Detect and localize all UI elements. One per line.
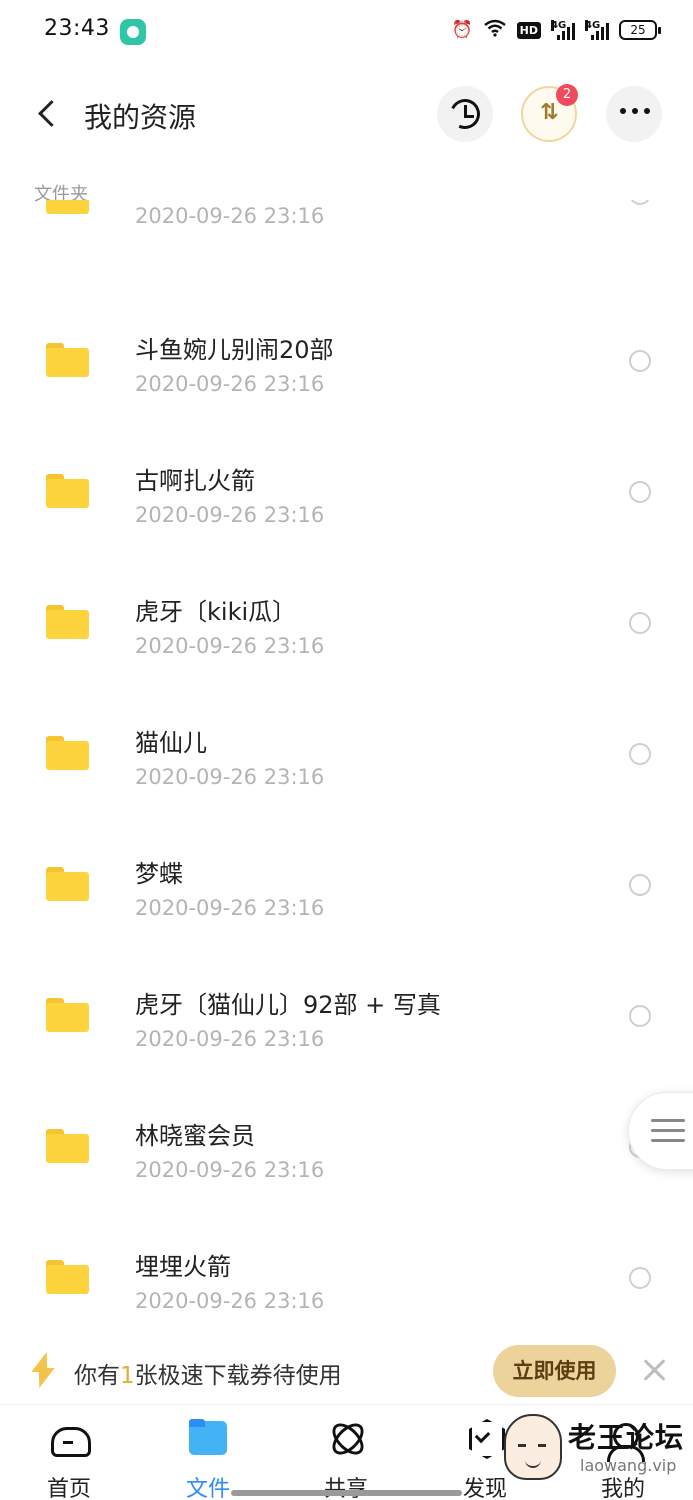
status-indicators: ⏰ HD 4G 4G 25 — [451, 16, 661, 44]
transfer-arrows-icon: ⇅ — [540, 100, 559, 125]
file-name: 古啊扎火箭 — [135, 467, 255, 495]
watermark-title: 老王论坛 — [568, 1421, 685, 1454]
file-name: 林晓蜜会员 — [135, 1122, 255, 1150]
watermark-logo: 老王论坛 laowang.vip — [500, 1412, 690, 1488]
transfer-count-badge: 2 — [556, 84, 578, 106]
watermark-url: laowang.vip — [580, 1456, 677, 1475]
more-options-button[interactable] — [606, 86, 662, 142]
file-list[interactable]: 2020-09-26 23:16 斗鱼婉儿别闹20部 2020-09-26 23… — [0, 200, 693, 1340]
file-date: 2020-09-26 23:16 — [135, 634, 325, 658]
status-bar: 23:43 ⏰ HD 4G 4G 25 — [0, 0, 693, 62]
file-name: 猫仙儿 — [135, 729, 207, 757]
file-date: 2020-09-26 23:16 — [135, 896, 325, 920]
signal-icon-2: 4G — [585, 20, 609, 40]
history-clock-icon[interactable] — [437, 86, 493, 142]
alarm-icon: ⏰ — [451, 20, 473, 40]
select-radio[interactable] — [629, 350, 651, 372]
select-radio[interactable] — [629, 874, 651, 896]
share-orbit-icon — [324, 1417, 368, 1457]
promo-banner: 你有1张极速下载券待使用 立即使用 — [0, 1340, 693, 1402]
file-date: 2020-09-26 23:16 — [135, 765, 325, 789]
file-row[interactable]: 2020-09-26 23:16 — [0, 200, 693, 295]
folder-icon — [46, 1260, 89, 1294]
file-row[interactable]: 虎牙〔kiki瓜〕 2020-09-26 23:16 — [0, 557, 693, 688]
file-row[interactable]: 斗鱼婉儿别闹20部 2020-09-26 23:16 — [0, 295, 693, 426]
file-date: 2020-09-26 23:16 — [135, 1158, 325, 1182]
file-date: 2020-09-26 23:16 — [135, 1027, 325, 1051]
status-time: 23:43 — [44, 16, 110, 41]
file-name: 虎牙〔kiki瓜〕 — [135, 598, 297, 626]
folder-icon — [46, 343, 89, 377]
file-folder-icon — [186, 1417, 230, 1457]
promo-text-after: 张极速下载券待使用 — [134, 1363, 342, 1389]
use-now-button[interactable]: 立即使用 — [493, 1345, 616, 1397]
nav-item-home[interactable]: 首页 — [24, 1405, 114, 1500]
promo-text: 你有1张极速下载券待使用 — [74, 1356, 342, 1390]
menu-lines-icon — [651, 1119, 685, 1149]
nav-item-files[interactable]: 文件 — [163, 1405, 253, 1500]
file-name: 梦蝶 — [135, 860, 183, 888]
nav-item-share[interactable]: 共享 — [301, 1405, 391, 1500]
file-name: 斗鱼婉儿别闹20部 — [135, 336, 334, 364]
folder-icon — [46, 200, 89, 214]
folder-icon — [46, 736, 89, 770]
file-date: 2020-09-26 23:16 — [135, 372, 325, 396]
transfer-list-button[interactable]: ⇅ 2 — [521, 84, 578, 142]
home-indicator[interactable] — [231, 1490, 462, 1496]
select-radio[interactable] — [629, 200, 651, 205]
folder-icon — [46, 1129, 89, 1163]
file-date: 2020-09-26 23:16 — [135, 503, 325, 527]
cloud-icon — [47, 1417, 91, 1457]
file-name: 埋埋火箭 — [135, 1253, 231, 1281]
file-row[interactable]: 古啊扎火箭 2020-09-26 23:16 — [0, 426, 693, 557]
select-radio[interactable] — [629, 1267, 651, 1289]
file-date: 2020-09-26 23:16 — [135, 204, 325, 228]
file-row[interactable]: 埋埋火箭 2020-09-26 23:16 — [0, 1212, 693, 1340]
file-row[interactable]: 林晓蜜会员 2020-09-26 23:16 — [0, 1081, 693, 1212]
hd-voice-icon: HD — [516, 21, 541, 39]
cartoon-face-icon — [504, 1414, 562, 1480]
more-dots-icon — [620, 108, 650, 114]
promo-count: 1 — [120, 1363, 135, 1389]
file-row[interactable]: 梦蝶 2020-09-26 23:16 — [0, 819, 693, 950]
header-bar: 我的资源 ⇅ 2 — [0, 70, 693, 160]
back-arrow-icon[interactable] — [32, 96, 66, 130]
battery-icon: 25 — [619, 20, 661, 40]
select-radio[interactable] — [629, 743, 651, 765]
folder-icon — [46, 867, 89, 901]
folder-icon — [46, 474, 89, 508]
file-date: 2020-09-26 23:16 — [135, 1289, 325, 1313]
file-row[interactable]: 猫仙儿 2020-09-26 23:16 — [0, 688, 693, 819]
select-radio[interactable] — [629, 612, 651, 634]
wifi-icon — [483, 19, 507, 42]
promo-text-before: 你有 — [74, 1363, 120, 1389]
nav-label-home: 首页 — [46, 1477, 91, 1500]
page-title: 我的资源 — [84, 101, 197, 134]
select-radio[interactable] — [629, 481, 651, 503]
close-icon[interactable] — [640, 1356, 668, 1384]
folder-icon — [46, 605, 89, 639]
signal-icon-1: 4G — [551, 20, 575, 40]
file-row[interactable]: 虎牙〔猫仙儿〕92部 + 写真 2020-09-26 23:16 — [0, 950, 693, 1081]
select-radio[interactable] — [629, 1005, 651, 1027]
notification-app-icon — [120, 19, 146, 45]
file-name: 虎牙〔猫仙儿〕92部 + 写真 — [135, 991, 441, 1019]
lightning-icon — [30, 1350, 56, 1390]
folder-icon — [46, 998, 89, 1032]
